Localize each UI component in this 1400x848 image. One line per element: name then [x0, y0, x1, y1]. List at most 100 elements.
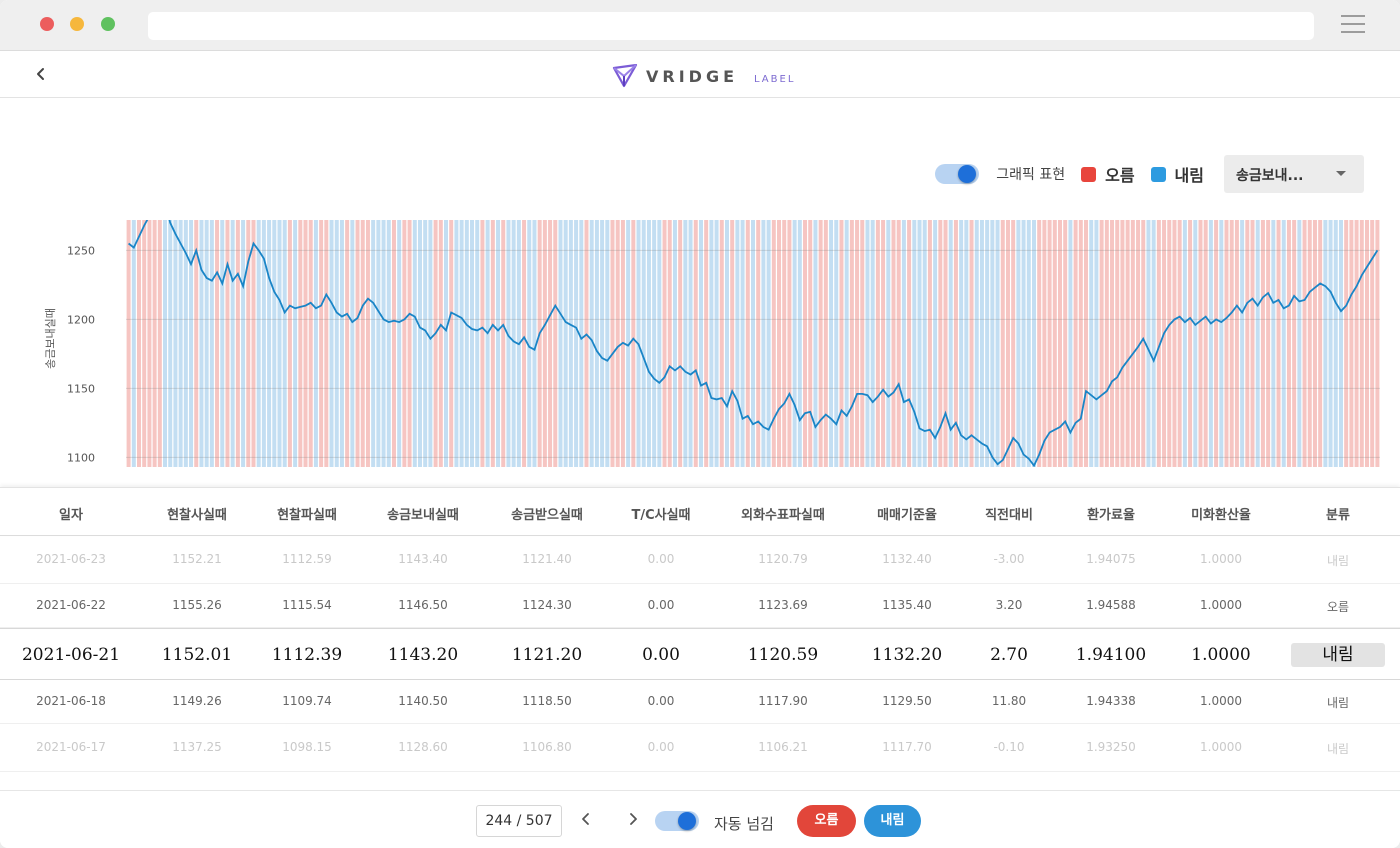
table-row[interactable]: 2021-06-17 1137.25 1098.15 1128.60 1106.80 0.… — [0, 724, 1400, 772]
column-header[interactable]: T/C사실때 — [631, 504, 690, 523]
category-cell: 내림 — [1326, 742, 1350, 756]
table-cell: 2021-06-17 — [36, 740, 106, 754]
band-down — [256, 220, 261, 467]
column-header[interactable]: 외화수표파실때 — [741, 504, 825, 523]
address-bar[interactable] — [148, 12, 1314, 40]
band-up — [1344, 220, 1349, 467]
column-header[interactable]: 일자 — [59, 504, 83, 523]
band-up — [1234, 220, 1239, 467]
graphic-toggle[interactable] — [935, 164, 980, 184]
series-select[interactable]: 송금보내... — [1224, 155, 1364, 193]
table-cell: 1.94100 — [1075, 645, 1147, 665]
table-cell: 1.94588 — [1086, 598, 1136, 612]
band-down — [417, 220, 422, 467]
band-up — [215, 220, 220, 467]
table-cell: 1152.21 — [172, 552, 222, 566]
graphic-toggle-label: 그래픽 표현 — [996, 167, 1066, 183]
band-down — [1328, 220, 1333, 467]
band-up — [324, 220, 329, 467]
band-up — [943, 220, 948, 467]
table-cell: 0.00 — [647, 598, 675, 612]
table-row[interactable]: 2021-06-18 1149.26 1109.74 1140.50 1118.50 0.… — [0, 680, 1400, 724]
table-cell: 2021-06-23 — [36, 552, 106, 566]
back-arrow-icon[interactable] — [30, 63, 52, 85]
page-indicator[interactable]: 244 / 507 — [476, 805, 562, 837]
dropdown-caret-icon — [1336, 171, 1346, 176]
table-row-selected[interactable]: 2021-06-21 1152.01 1112.39 1143.20 1121.20 0.… — [0, 628, 1400, 680]
band-down — [761, 220, 766, 467]
table-cell: 1143.20 — [387, 645, 459, 665]
table-cell: 1155.26 — [172, 598, 222, 612]
band-up — [1276, 220, 1281, 467]
band-up — [490, 220, 495, 467]
table-cell: 1124.30 — [522, 598, 572, 612]
band-down — [646, 220, 651, 467]
band-down — [1255, 220, 1260, 467]
prev-page-icon[interactable] — [578, 811, 594, 827]
y-tick-label: 1200 — [67, 313, 95, 326]
band-up — [1364, 220, 1369, 467]
mark-down-button[interactable]: 내림 — [864, 805, 921, 837]
app-header: VRIDGE LABEL — [0, 51, 1400, 98]
band-down — [865, 220, 870, 467]
band-up — [678, 220, 683, 467]
mark-up-button[interactable]: 오름 — [797, 805, 856, 837]
y-tick-label: 1100 — [67, 451, 95, 464]
rate-table: 일자 현찰사실때 현찰파실때 송금보내실때 송금받으실때 T/C사실때 외화수표파실때 매매기… — [0, 487, 1400, 787]
band-down — [829, 220, 834, 467]
column-header[interactable]: 송금보내실때 — [387, 504, 459, 523]
table-cell: 1140.50 — [398, 694, 448, 708]
next-page-icon[interactable] — [625, 811, 641, 827]
table-cell: 1118.50 — [522, 694, 572, 708]
band-up — [1245, 220, 1250, 467]
band-up — [803, 220, 808, 467]
column-header[interactable]: 분류 — [1326, 504, 1350, 523]
band-up — [1188, 220, 1193, 467]
band-up — [875, 220, 880, 467]
band-up — [1130, 220, 1135, 467]
column-header[interactable]: 환가료율 — [1087, 504, 1135, 523]
band-down — [1338, 220, 1343, 467]
band-up — [1203, 220, 1208, 467]
band-up — [1110, 220, 1115, 467]
band-up — [745, 220, 750, 467]
column-header[interactable]: 매매기준율 — [877, 504, 937, 523]
band-up — [147, 220, 152, 467]
band-up — [1302, 220, 1307, 467]
maximize-window-button[interactable] — [101, 17, 115, 31]
band-up — [1000, 220, 1005, 467]
band-up — [391, 220, 396, 467]
band-down — [1016, 220, 1021, 467]
band-down — [1297, 220, 1302, 467]
band-up — [438, 220, 443, 467]
band-down — [558, 220, 563, 467]
band-up — [1312, 220, 1317, 467]
table-row[interactable]: 2021-06-23 1152.21 1112.59 1143.40 1121.40 0.… — [0, 536, 1400, 584]
band-down — [709, 220, 714, 467]
band-up — [433, 220, 438, 467]
band-up — [667, 220, 672, 467]
band-down — [1146, 220, 1151, 467]
minimize-window-button[interactable] — [70, 17, 84, 31]
band-down — [1193, 220, 1198, 467]
table-row[interactable]: 2021-06-22 1155.26 1115.54 1146.50 1124.30 0.… — [0, 584, 1400, 628]
close-window-button[interactable] — [40, 17, 54, 31]
column-header[interactable]: 직전대비 — [985, 504, 1033, 523]
hamburger-menu-icon[interactable] — [1341, 15, 1365, 35]
band-up — [860, 220, 865, 467]
band-up — [522, 220, 527, 467]
band-up — [1349, 220, 1354, 467]
band-down — [792, 220, 797, 467]
table-cell: 1.94338 — [1086, 694, 1136, 708]
band-down — [506, 220, 511, 467]
band-down — [995, 220, 1000, 467]
column-header[interactable]: 현찰사실때 — [167, 504, 227, 523]
band-down — [657, 220, 662, 467]
column-header[interactable]: 송금받으실때 — [511, 504, 583, 523]
column-header[interactable]: 미화환산율 — [1191, 504, 1251, 523]
auto-advance-toggle[interactable] — [655, 811, 699, 831]
table-cell: 1137.25 — [172, 740, 222, 754]
table-cell: 1.93250 — [1086, 740, 1136, 754]
band-up — [303, 220, 308, 467]
column-header[interactable]: 현찰파실때 — [277, 504, 337, 523]
